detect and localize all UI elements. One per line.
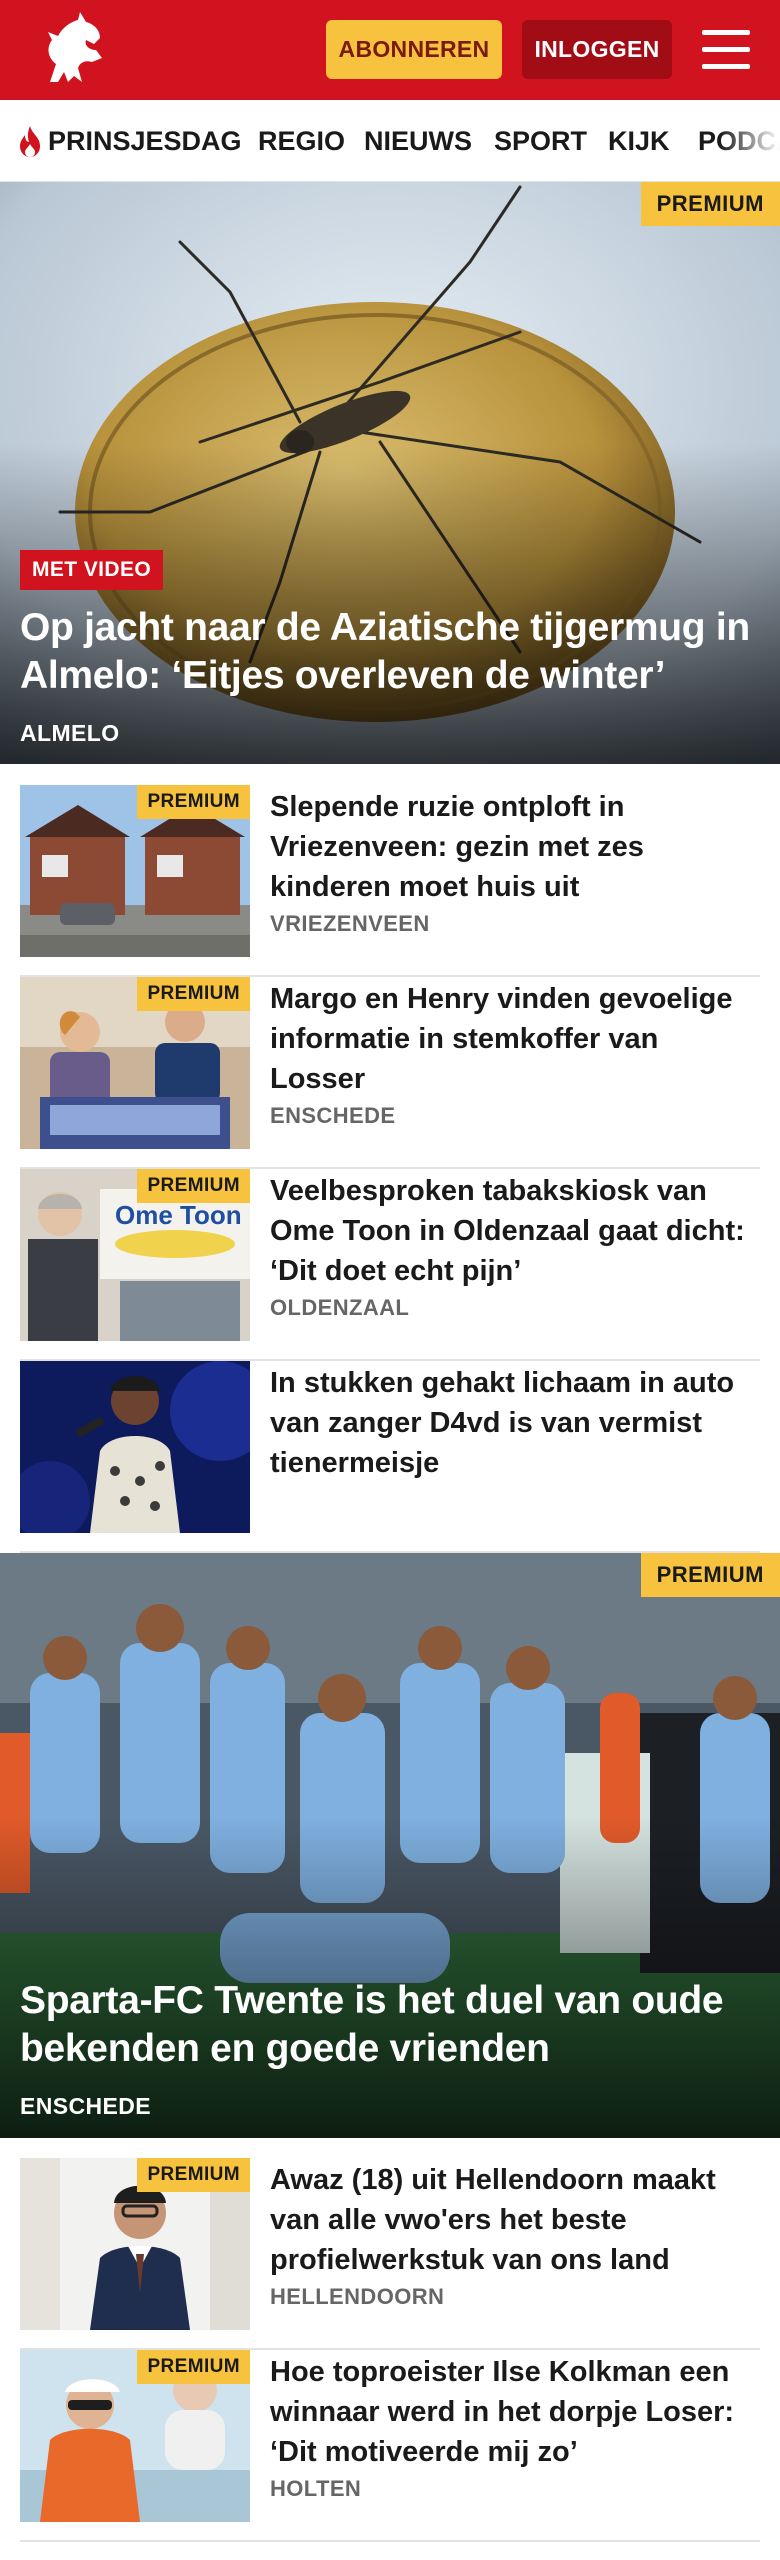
article-thumbnail: Ome Toon PREMIUM <box>20 1169 250 1341</box>
article-location: HELLENDOORN <box>270 2284 445 2309</box>
nav-label: NIEUWS <box>364 125 472 156</box>
nav-label: KIJK <box>608 125 670 156</box>
nav-item-prinsjesdag[interactable]: PRINSJESDAG <box>16 100 242 181</box>
article-thumbnail: PREMIUM <box>20 785 250 957</box>
top-bar: ABONNEREN INLOGGEN <box>0 0 780 100</box>
nav-item-sport[interactable]: SPORT <box>494 100 588 181</box>
video-badge: MET VIDEO <box>20 550 164 590</box>
hero-title[interactable]: Sparta-FC Twente is het duel van oude be… <box>20 1977 760 2073</box>
nav-item-nieuws[interactable]: NIEUWS <box>364 100 472 181</box>
premium-badge: PREMIUM <box>137 2350 250 2384</box>
singer-stage-image <box>20 1361 250 1533</box>
nav-label: PRINSJESDAG <box>48 125 242 156</box>
article-title[interactable]: Veelbesproken tabakskiosk van Ome Toon i… <box>270 1171 760 1291</box>
login-button[interactable]: INLOGGEN <box>522 20 672 79</box>
hamburger-menu-icon[interactable] <box>696 22 756 78</box>
flame-icon <box>20 126 40 157</box>
article-item[interactable]: PREMIUM Slepende ruzie ontploft in Vriez… <box>20 785 760 977</box>
nav-item-kijk[interactable]: KIJK <box>608 100 670 181</box>
premium-badge: PREMIUM <box>640 182 780 226</box>
hero-location: ENSCHEDE <box>20 2093 152 2119</box>
nav-item-regio[interactable]: REGIO <box>258 100 346 181</box>
article-title[interactable]: Awaz (18) uit Hellendoorn maakt van alle… <box>270 2160 760 2280</box>
nav-label: REGIO <box>258 125 346 156</box>
premium-badge: PREMIUM <box>137 2158 250 2192</box>
nav-item-podcast[interactable]: PODCAST <box>698 100 780 181</box>
article-thumbnail <box>20 1361 250 1533</box>
article-title[interactable]: Hoe toproeister Ilse Kolkman een winnaar… <box>270 2352 760 2472</box>
article-title[interactable]: Margo en Henry vinden gevoelige informat… <box>270 979 760 1099</box>
hero-location: ALMELO <box>20 720 120 746</box>
premium-badge: PREMIUM <box>640 1553 780 1597</box>
article-thumbnail: PREMIUM <box>20 2350 250 2522</box>
article-item[interactable]: In stukken gehakt lichaam in auto van za… <box>20 1361 760 1553</box>
article-location: HOLTEN <box>270 2476 362 2501</box>
kiosk-sign-text: Ome Toon <box>115 1200 242 1230</box>
article-item[interactable]: PREMIUM Awaz (18) uit Hellendoorn maakt … <box>20 2158 760 2350</box>
section-nav: PRINSJESDAG REGIO NIEUWS SPORT KIJK PODC… <box>0 100 780 182</box>
article-title[interactable]: Slepende ruzie ontploft in Vriezenveen: … <box>270 787 760 907</box>
article-thumbnail: PREMIUM <box>20 2158 250 2330</box>
premium-badge: PREMIUM <box>137 977 250 1011</box>
article-location: VRIEZENVEEN <box>270 911 430 936</box>
article-thumbnail: PREMIUM <box>20 977 250 1149</box>
subscribe-button[interactable]: ABONNEREN <box>326 20 502 79</box>
article-item[interactable]: PREMIUM Margo en Henry vinden gevoelige … <box>20 977 760 1169</box>
article-title[interactable]: In stukken gehakt lichaam in auto van za… <box>270 1363 760 1483</box>
hero-article-sparta-twente[interactable]: PREMIUM Sparta-FC Twente is het duel van… <box>0 1553 780 2138</box>
hero-title[interactable]: Op jacht naar de Aziatische tijgermug in… <box>20 604 760 700</box>
logo-horse-icon[interactable] <box>34 10 114 90</box>
nav-label: SPORT <box>494 125 588 156</box>
article-location: ENSCHEDE <box>270 1103 396 1128</box>
article-item[interactable]: PREMIUM Hoe toproeister Ilse Kolkman een… <box>20 2350 760 2542</box>
premium-badge: PREMIUM <box>137 785 250 819</box>
hero-article-tigermosquito[interactable]: PREMIUM MET VIDEO Op jacht naar de Aziat… <box>0 182 780 764</box>
article-location: OLDENZAAL <box>270 1295 410 1320</box>
nav-label: PODCAST <box>698 125 780 156</box>
premium-badge: PREMIUM <box>137 1169 250 1203</box>
article-item[interactable]: Ome Toon PREMIUM Veelbesproken tabakskio… <box>20 1169 760 1361</box>
